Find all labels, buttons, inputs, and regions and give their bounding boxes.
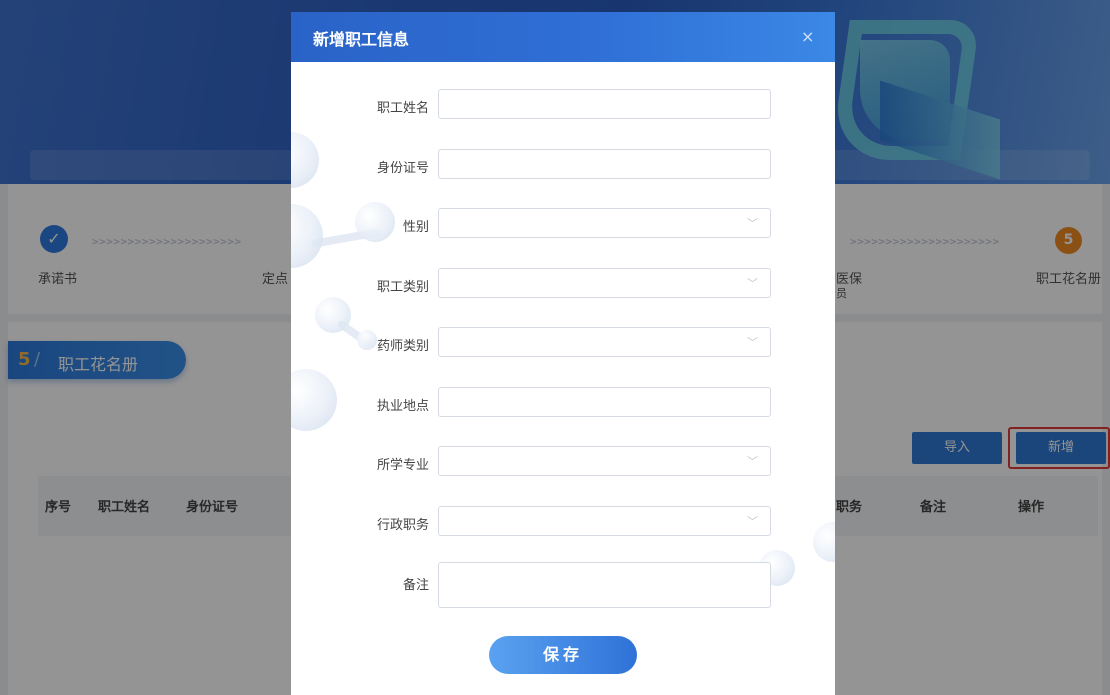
chevron-down-icon: ﹀ (747, 336, 758, 349)
save-button[interactable]: 保存 (489, 636, 637, 674)
major-select[interactable]: ﹀ (438, 446, 771, 476)
practice-location-input[interactable] (438, 387, 771, 417)
gender-label: 性别 (402, 220, 429, 235)
admin-position-label: 行政职务 (376, 518, 429, 533)
category-select[interactable]: ﹀ (438, 268, 771, 298)
name-input[interactable] (438, 89, 771, 119)
bubble-decoration (291, 204, 323, 268)
pharmacist-category-select[interactable]: ﹀ (438, 327, 771, 357)
dialog-header: 新增职工信息 × (291, 12, 835, 62)
bubble-decoration (813, 522, 835, 562)
practice-location-label: 执业地点 (376, 399, 429, 414)
major-label: 所学专业 (376, 458, 429, 473)
dialog-title: 新增职工信息 (313, 30, 410, 49)
remarks-label: 备注 (402, 578, 429, 593)
admin-position-select[interactable]: ﹀ (438, 506, 771, 536)
close-icon[interactable]: × (801, 27, 814, 46)
pharmacist-category-label: 药师类别 (376, 339, 429, 354)
add-employee-dialog: 新增职工信息 × 职工姓名 身份证号 性别 ﹀ 职工类别 ﹀ 药师类别 ﹀ 执业… (291, 12, 835, 695)
name-label: 职工姓名 (376, 101, 429, 116)
id-number-label: 身份证号 (376, 161, 429, 176)
chevron-down-icon: ﹀ (747, 455, 758, 468)
chevron-down-icon: ﹀ (747, 217, 758, 230)
gender-select[interactable]: ﹀ (438, 208, 771, 238)
chevron-down-icon: ﹀ (747, 277, 758, 290)
id-number-input[interactable] (438, 149, 771, 179)
chevron-down-icon: ﹀ (747, 515, 758, 528)
category-label: 职工类别 (376, 280, 429, 295)
remarks-textarea[interactable] (438, 562, 771, 608)
